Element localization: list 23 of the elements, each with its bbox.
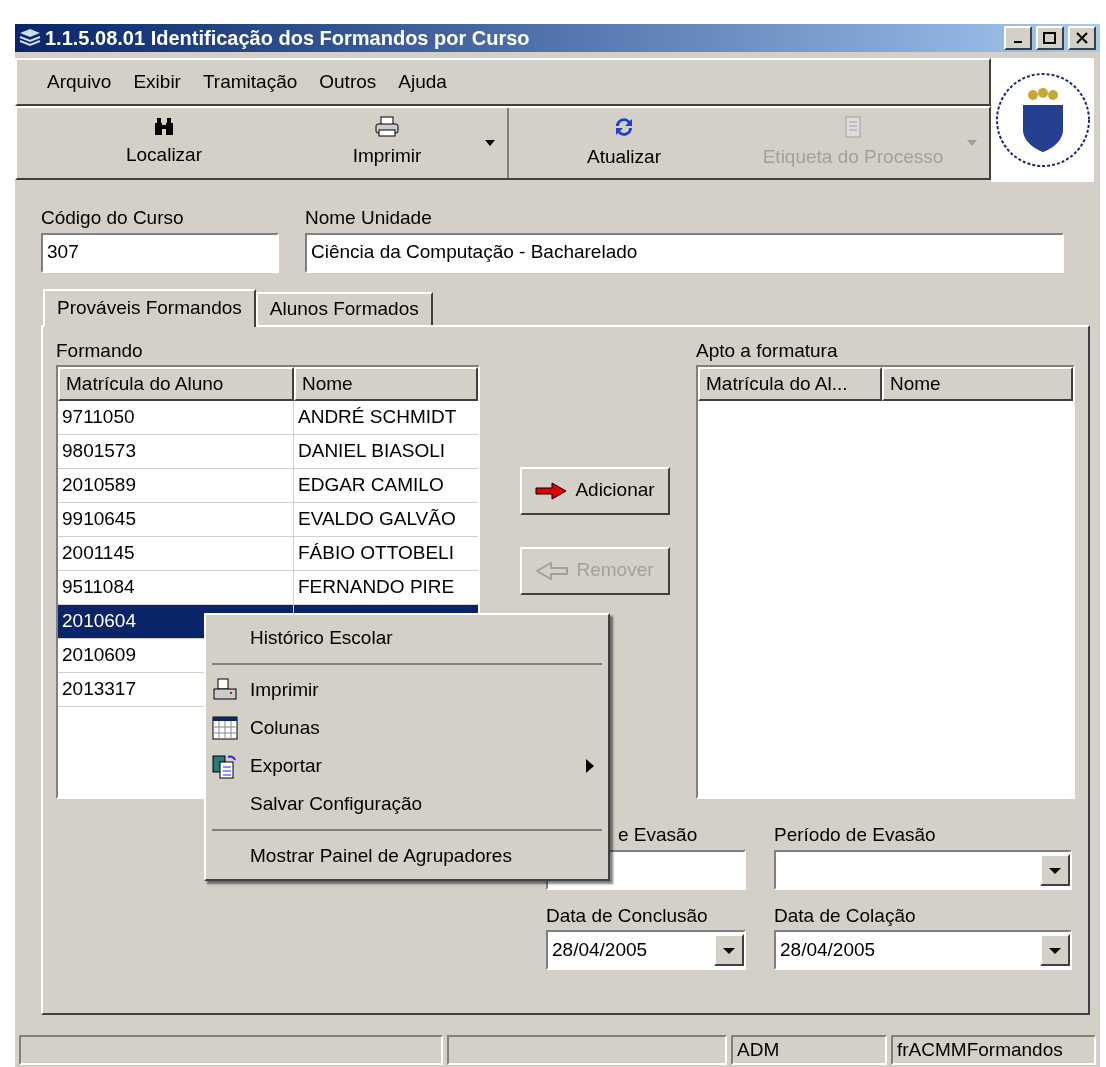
status-text: frACMMFormandos — [891, 1035, 1096, 1065]
section-label: Formando — [56, 338, 144, 363]
table-cell-text: EVALDO GALVÃO — [297, 507, 457, 532]
table-cell: 9511084 — [58, 571, 294, 604]
table-cell: 9711050 — [58, 401, 294, 434]
field-label: Data de Conclusão — [546, 903, 709, 928]
status-text: ADM — [731, 1035, 887, 1065]
table-cell-text: FERNANDO PIRE — [297, 575, 456, 600]
field-label: e Evasão — [617, 823, 699, 847]
table-cell-text: EDGAR CAMILO — [297, 473, 445, 498]
field-label: Período de Evasão — [774, 823, 937, 847]
field-label: Data de Colação — [774, 903, 917, 928]
table-cell-text: DANIEL BIASOLI — [297, 439, 447, 464]
table-cell-text: FÁBIO OTTOBELI — [297, 541, 455, 566]
table-cell: 9801573 — [58, 435, 294, 468]
table-cell-text: ANDRÉ SCHMIDT — [297, 405, 458, 430]
table-cell: 2001145 — [58, 537, 294, 570]
window-title: 1.1.5.08.01 Identificação dos Formandos por Curso — [45, 26, 531, 51]
table-cell: 9910645 — [58, 503, 294, 536]
table-cell: 2010589 — [58, 469, 294, 502]
field-label: Código do Curso — [41, 206, 185, 230]
field-label: Nome Unidade — [305, 206, 433, 230]
section-label: Apto a formatura — [696, 338, 839, 363]
